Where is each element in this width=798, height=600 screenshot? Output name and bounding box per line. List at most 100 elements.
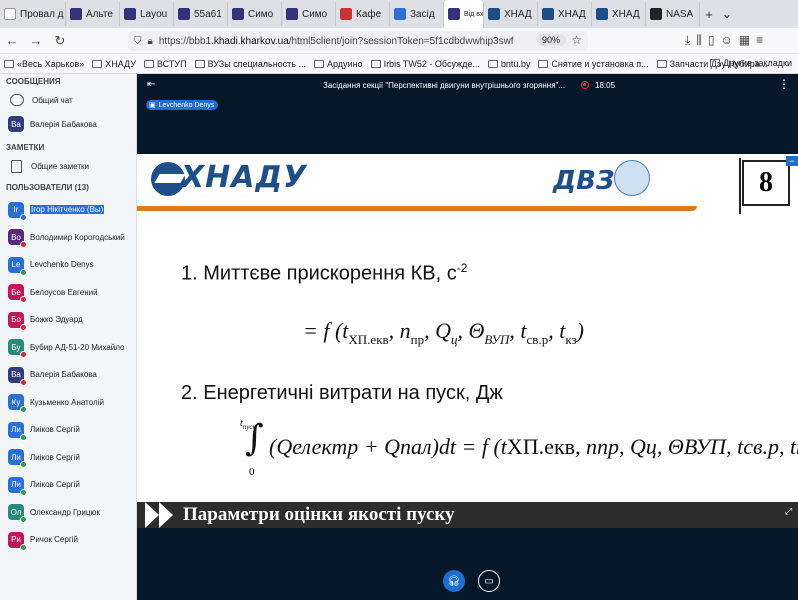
new-tab-icon[interactable]: + [700, 7, 718, 22]
avatar: Ir [8, 201, 27, 221]
integral-lower-limit: 0 [249, 466, 255, 478]
presenter-badge: ▣ Levchenko Denys [146, 100, 219, 110]
more-options-icon[interactable]: ⋮ [778, 77, 790, 91]
private-chat-name: Валерія Бабакова [30, 119, 97, 129]
back-icon[interactable]: ← [0, 33, 24, 48]
github-icon [650, 8, 662, 20]
bookmark-item[interactable]: Снятие и установка п... [538, 59, 649, 69]
browser-tab[interactable]: NASA [646, 2, 700, 26]
browser-tab[interactable]: Layou [120, 2, 174, 26]
browser-tab[interactable]: Альте [66, 2, 120, 26]
bookmark-item[interactable]: bntu.by [487, 59, 530, 69]
shield-icon: ⛉ [134, 35, 142, 47]
gift-icon [340, 8, 352, 20]
fullscreen-icon[interactable]: ⤢ [785, 506, 792, 517]
account-icon[interactable]: ☺ [720, 33, 732, 48]
b-icon [286, 8, 298, 20]
star-icon[interactable]: ☆ [571, 33, 582, 47]
user-name: Володимир Корогодський [30, 232, 125, 242]
address-bar[interactable]: ⛉ 🔒︎ https://bbb1. khadi.kharkov.ua/html5… [128, 31, 588, 51]
public-chat-item[interactable]: Общий чат [0, 88, 136, 112]
browser-tab[interactable]: 55a61 [174, 2, 228, 26]
screen-share-button[interactable]: ▭ [478, 570, 500, 592]
bookmark-item[interactable]: ВУЗы специальность ... [194, 59, 306, 69]
library-icon[interactable]: ⫼ [696, 33, 702, 48]
avatar: Бе [8, 284, 27, 304]
b-icon [70, 8, 82, 20]
avatar-initials: Ва [11, 370, 21, 380]
formula-1: = f (tХП.екв, nпр, Qц, ΘВУП, tсв.р, tкз) [303, 318, 584, 347]
avatar: Ли [8, 421, 27, 441]
user-list-item[interactable]: Ри Ричок Сергій [0, 526, 136, 554]
avatar-initials: Le [11, 260, 21, 270]
khnadu-icon [488, 8, 500, 20]
extension-icon[interactable]: ▦ [739, 33, 750, 48]
avatar-initials: Ри [11, 535, 21, 545]
header-divider [137, 206, 697, 211]
sidebar-icon[interactable]: ▯ [708, 33, 715, 48]
audio-status-icon [20, 516, 27, 524]
recording-icon[interactable] [581, 81, 589, 89]
slide-heading-2: 2. Енергетичні витрати на пуск, Дж [181, 382, 503, 404]
user-list-item[interactable]: Бу Бубир АД-51-20 Михайло [0, 334, 136, 362]
user-list-item[interactable]: Ку Кузьменко Анатолій [0, 389, 136, 417]
tab-label: ХНАД [612, 8, 640, 20]
private-chat-item[interactable]: Ва Валерія Бабакова [0, 112, 136, 136]
tab-label: Layou [140, 8, 168, 20]
tab-bar: Провал д Альте Layou 55a61 Симо Симо Кафе Засід… [0, 0, 798, 28]
presenter-name: Levchenko Denys [158, 101, 215, 109]
user-name: Олександр Грицюк [30, 507, 100, 517]
forward-icon[interactable]: → [24, 33, 48, 48]
folder-icon [370, 59, 381, 68]
avatar: Ва [8, 116, 24, 132]
footer-title: Параметри оцінки якості пуску [183, 504, 455, 525]
user-list-item[interactable]: Бо Божко Эдуард [0, 306, 136, 334]
bookmark-label: «Весь Харьков» [17, 58, 85, 69]
menu-icon[interactable]: ≡ [756, 33, 763, 48]
tab-list-icon[interactable]: ⌄ [718, 6, 736, 22]
user-list-item[interactable]: Бе Белоусов Евгений [0, 279, 136, 307]
user-name: Лиіков Сергій [30, 452, 80, 462]
user-list-item[interactable]: Ir Ігор Нікітченко (Вы) [0, 196, 136, 224]
user-list-item[interactable]: Ол Олександр Грицюк [0, 499, 136, 527]
avatar-initials: Ли [11, 425, 21, 435]
browser-tab[interactable]: Кафе [336, 2, 390, 26]
chevron-icon [145, 502, 159, 528]
browser-tab[interactable]: Симо [282, 2, 336, 26]
tab-label: ХНАД [504, 8, 532, 20]
browser-tab[interactable]: Засід [390, 2, 444, 26]
dvz-logo-text: ДВЗ [553, 166, 615, 196]
user-list-item[interactable]: Ли Лиіков Сергій [0, 471, 136, 499]
leave-meeting-icon[interactable]: ⇤ [147, 79, 155, 90]
headphones-button[interactable]: 🎧︎ [443, 570, 465, 592]
meeting-area: ⇤ Засідання секції "Перспективні двигуни… [137, 74, 798, 600]
bookmark-item[interactable]: Irbis TW52 - Обсужде... [370, 59, 480, 69]
minimize-presentation-button[interactable]: − [786, 156, 798, 166]
bookmark-item[interactable]: ВСТУП [143, 59, 187, 69]
bookmark-item[interactable]: Ардуино [314, 59, 363, 69]
user-list-item[interactable]: Ли Лиіков Сергій [0, 444, 136, 472]
lock-icon: 🔒︎ [147, 35, 153, 47]
user-list-item[interactable]: Le Levchenko Denys [0, 251, 136, 279]
b-icon [178, 8, 190, 20]
other-bookmarks[interactable]: Другие закладки [710, 58, 792, 68]
browser-tab[interactable]: ХНАД [592, 2, 646, 26]
audio-status-icon [20, 323, 27, 331]
user-list-item[interactable]: Ва Валерія Бабакова [0, 361, 136, 389]
browser-tab[interactable]: ХНАД [484, 2, 538, 26]
zoom-level[interactable]: 90% [535, 34, 566, 46]
browser-tab[interactable]: Від вхо× [444, 0, 484, 28]
user-name: Лиіков Сергій [30, 425, 80, 435]
browser-tab[interactable]: Симо [228, 2, 282, 26]
download-icon[interactable]: ⤓ [685, 33, 690, 48]
bookmark-item[interactable]: ХНАДУ [92, 59, 136, 69]
user-list-item[interactable]: Во Володимир Корогодський [0, 224, 136, 252]
tab-label: Альте [86, 8, 113, 20]
browser-tab[interactable]: Провал д [0, 2, 66, 26]
chat-icon [10, 94, 24, 106]
user-list-item[interactable]: Ли Лиіков Сергій [0, 416, 136, 444]
reload-icon[interactable]: ↻ [48, 33, 72, 49]
shared-notes-item[interactable]: Общие заметки [0, 154, 136, 178]
bookmark-item[interactable]: «Весь Харьков» [4, 59, 84, 69]
browser-tab[interactable]: ХНАД [538, 2, 592, 26]
